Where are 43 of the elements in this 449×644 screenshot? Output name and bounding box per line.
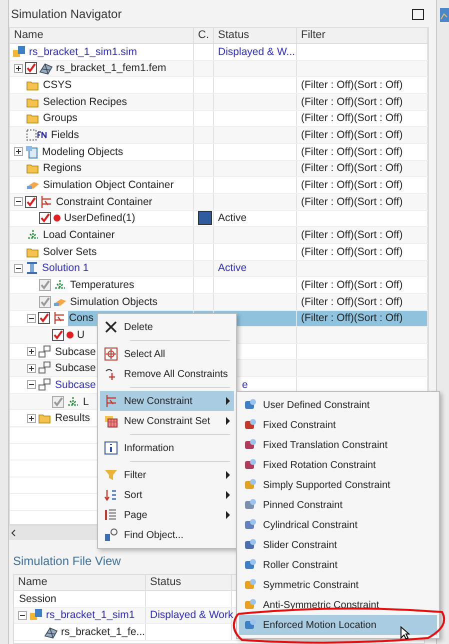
tree-item-label: Cons (68, 311, 95, 326)
tree-item-label: Selection Recipes (42, 94, 128, 109)
filter-text: (Filter : Off)(Sort : Off) (301, 96, 403, 108)
tree-item-label: UserDefined(1) (63, 211, 136, 226)
filter-text: (Filter : Off)(Sort : Off) (301, 129, 403, 142)
tree-item-label: Temperatures (69, 278, 136, 292)
tree-item-label: Regions (42, 161, 83, 176)
tree-item-label: Constraint Container (55, 194, 154, 209)
tree-item-label: Solver Sets (42, 244, 98, 259)
tree-item-label: Results (54, 411, 92, 426)
filter-text: (Filter : Off)(Sort : Off) (301, 112, 403, 124)
status-text: e (241, 378, 248, 391)
filter-text: (Filter : Off)(Sort : Off) (301, 179, 403, 192)
tree-item-label: U (76, 328, 86, 342)
filter-text: (Filter : Off)(Sort : Off) (301, 246, 403, 258)
tree-item-label: rs_bracket_1_sim1.sim (28, 44, 138, 59)
filter-text: (Filter : Off)(Sort : Off) (301, 312, 403, 324)
filter-text: (Filter : Off)(Sort : Off) (301, 229, 403, 242)
filter-text: (Filter : Off)(Sort : Off) (301, 296, 403, 308)
tree-item-label: Subcase (54, 344, 97, 359)
tree-item-label: Subcase (54, 378, 97, 392)
tree-item-label: CSYS (42, 78, 73, 92)
tree-item-label: rs_bracket_1_fem1.fem (55, 61, 168, 76)
tree-item-label: Solution 1 (41, 261, 90, 276)
panel-title: Simulation Navigator (11, 6, 122, 20)
tree-item-label: Simulation Objects (69, 294, 159, 309)
status-text: Displayed & W... (218, 46, 296, 58)
tree-item-label: Fields (50, 128, 80, 142)
tree-item-label: Simulation Object Container (42, 178, 175, 192)
tree-item-label: Subcase (54, 361, 97, 376)
tree-item-label: Groups (42, 111, 78, 126)
status-text: Active (218, 262, 247, 274)
filter-text: (Filter : Off)(Sort : Off) (301, 79, 403, 92)
tree-item-label: Load Container (42, 228, 116, 242)
filter-text: (Filter : Off)(Sort : Off) (301, 162, 403, 174)
filter-text: (Filter : Off)(Sort : Off) (301, 279, 403, 292)
tree-item-label: Modeling Objects (41, 144, 124, 159)
filter-text: (Filter : Off)(Sort : Off) (301, 146, 403, 158)
tree-item-label: L (82, 394, 90, 409)
status-text: Displayed & Work (150, 609, 234, 622)
section-title: Simulation File View (13, 554, 121, 568)
filter-text: (Filter : Off)(Sort : Off) (301, 196, 403, 208)
status-text: Active (218, 212, 247, 224)
